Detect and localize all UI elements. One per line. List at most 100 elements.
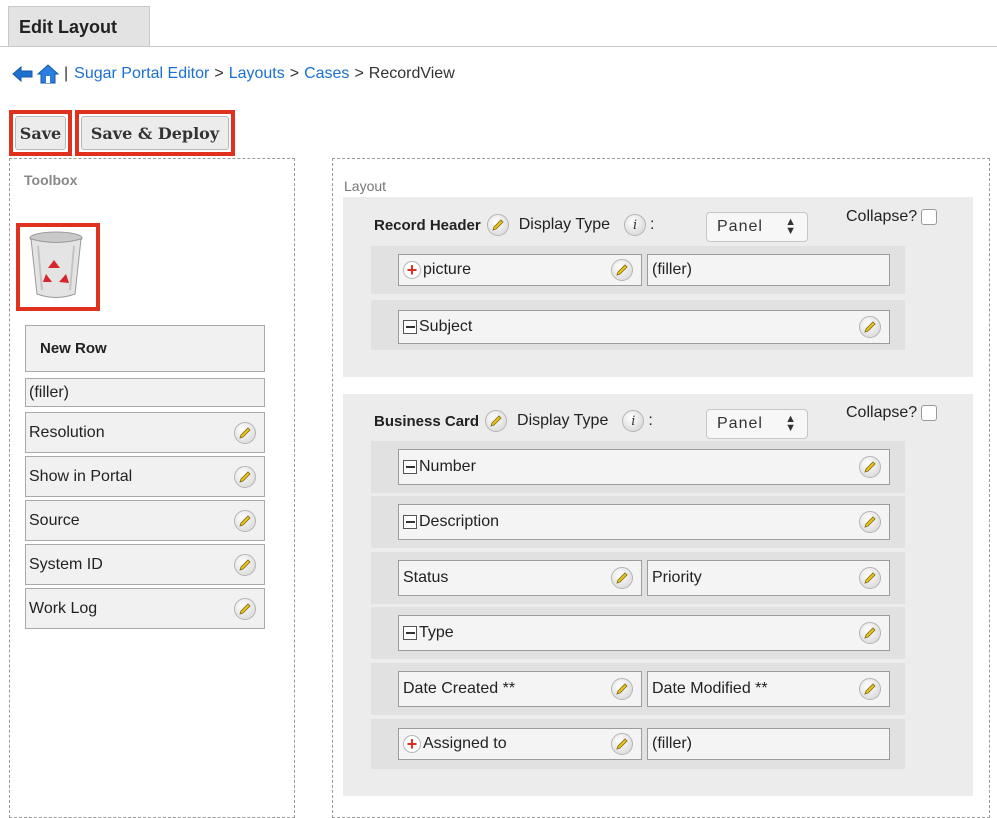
field-label: Date Modified **	[652, 680, 768, 697]
breadcrumb-current: RecordView	[368, 65, 455, 82]
pencil-icon[interactable]	[611, 733, 633, 755]
pencil-icon[interactable]	[485, 410, 508, 432]
pencil-icon[interactable]	[859, 511, 881, 533]
toolbox-field-show-in-portal[interactable]: Show in Portal	[25, 456, 265, 497]
pencil-icon[interactable]	[611, 678, 633, 700]
field-filler[interactable]: (filler)	[647, 254, 890, 286]
toolbox-title: Toolbox	[24, 172, 78, 188]
panel-name: Record Header	[374, 216, 481, 234]
breadcrumb-separator: >	[289, 65, 300, 82]
updown-arrows-icon: ▲ ▼	[785, 413, 797, 434]
field-priority[interactable]: Priority	[647, 560, 890, 596]
pencil-icon[interactable]	[859, 567, 881, 589]
toolbox-field-work-log[interactable]: Work Log	[25, 588, 265, 629]
breadcrumb-separator: >	[214, 65, 224, 82]
toolbox-field-label: Source	[29, 511, 80, 529]
display-type-value: Panel	[717, 218, 763, 235]
toolbox-field-system-id[interactable]: System ID	[25, 544, 265, 585]
pencil-icon[interactable]	[234, 465, 256, 488]
collapse-checkbox[interactable]	[921, 405, 938, 421]
collapse-label: Collapse?	[846, 208, 918, 225]
display-type-select[interactable]: Panel ▲ ▼	[706, 409, 808, 439]
tab-divider	[0, 46, 997, 47]
field-label: Priority	[652, 569, 702, 586]
panel-name: Business Card	[374, 412, 480, 430]
display-type-label: Display Type	[518, 216, 611, 233]
display-type-label: Display Type	[517, 412, 609, 429]
record-header-title-group: Record Header Display Type i :	[374, 212, 654, 238]
colon: :	[650, 216, 655, 233]
plus-icon[interactable]: +	[403, 261, 421, 279]
field-status[interactable]: Status	[398, 560, 642, 596]
layout-title: Layout	[344, 178, 387, 194]
field-label: Subject	[419, 318, 473, 335]
pencil-icon[interactable]	[486, 214, 509, 236]
info-icon[interactable]: i	[624, 214, 647, 236]
collapse-group: Collapse?	[846, 404, 938, 422]
breadcrumb-link-cases[interactable]: Cases	[304, 60, 349, 88]
info-icon[interactable]: i	[622, 410, 645, 432]
plus-icon[interactable]: +	[403, 735, 421, 753]
field-date-created[interactable]: Date Created **	[398, 671, 642, 707]
toolbox-field-source[interactable]: Source	[25, 500, 265, 541]
trash-icon[interactable]	[24, 230, 88, 305]
display-type-value: Panel	[717, 415, 763, 432]
field-subject[interactable]: Subject	[398, 310, 890, 344]
pencil-icon[interactable]	[234, 509, 256, 532]
pencil-icon[interactable]	[234, 553, 256, 576]
save-button[interactable]: Save	[15, 116, 66, 150]
field-date-modified[interactable]: Date Modified **	[647, 671, 890, 707]
collapse-group: Collapse?	[846, 208, 938, 226]
field-assigned-to[interactable]: + Assigned to	[398, 728, 642, 760]
field-label: Assigned to	[423, 735, 507, 752]
minus-icon[interactable]	[403, 460, 417, 474]
toolbox-field-label: Resolution	[29, 423, 105, 441]
minus-icon[interactable]	[403, 320, 417, 334]
toolbox-filler-item[interactable]: (filler)	[25, 378, 265, 407]
pencil-icon[interactable]	[859, 678, 881, 700]
back-arrow-icon[interactable]	[12, 65, 34, 83]
pencil-icon[interactable]	[859, 622, 881, 644]
field-label: (filler)	[652, 261, 692, 278]
field-number[interactable]: Number	[398, 449, 890, 485]
field-type[interactable]: Type	[398, 615, 890, 651]
field-label: Status	[403, 569, 449, 586]
collapse-label: Collapse?	[846, 404, 918, 421]
new-row-item[interactable]: New Row	[25, 325, 265, 372]
field-label: Description	[419, 513, 500, 530]
toolbox-field-label: Work Log	[29, 599, 98, 617]
save-deploy-button[interactable]: Save & Deploy	[81, 116, 229, 150]
minus-icon[interactable]	[403, 626, 417, 640]
toolbox-filler-label: (filler)	[29, 383, 69, 401]
collapse-checkbox[interactable]	[921, 209, 938, 225]
breadcrumb-separator: >	[354, 65, 364, 82]
pencil-icon[interactable]	[859, 456, 881, 478]
field-label: Date Created **	[403, 680, 516, 697]
updown-arrows-icon: ▲ ▼	[785, 216, 797, 237]
breadcrumb-link-layouts[interactable]: Layouts	[229, 60, 285, 88]
toolbox-field-resolution[interactable]: Resolution	[25, 412, 265, 453]
field-description[interactable]: Description	[398, 504, 890, 540]
breadcrumb-pipe: |	[64, 65, 69, 82]
field-label: (filler)	[652, 735, 692, 752]
new-row-label: New Row	[40, 340, 107, 357]
home-icon[interactable]	[36, 63, 60, 85]
breadcrumb-link-portal-editor[interactable]: Sugar Portal Editor	[74, 60, 209, 88]
toolbox-field-label: Show in Portal	[29, 467, 133, 485]
breadcrumb: | Sugar Portal Editor > Layouts > Cases …	[12, 60, 455, 88]
minus-icon[interactable]	[403, 515, 417, 529]
business-card-title-group: Business Card Display Type i :	[374, 408, 653, 434]
pencil-icon[interactable]	[859, 316, 881, 338]
field-picture[interactable]: + picture	[398, 254, 642, 286]
field-label: picture	[423, 261, 472, 278]
pencil-icon[interactable]	[234, 597, 256, 620]
pencil-icon[interactable]	[234, 421, 256, 444]
field-label: Type	[419, 624, 454, 641]
pencil-icon[interactable]	[611, 567, 633, 589]
toolbox-field-label: System ID	[29, 555, 103, 573]
tab-edit-layout[interactable]: Edit Layout	[8, 6, 150, 47]
field-label: Number	[419, 458, 476, 475]
field-filler[interactable]: (filler)	[647, 728, 890, 760]
display-type-select[interactable]: Panel ▲ ▼	[706, 212, 808, 242]
pencil-icon[interactable]	[611, 259, 633, 281]
